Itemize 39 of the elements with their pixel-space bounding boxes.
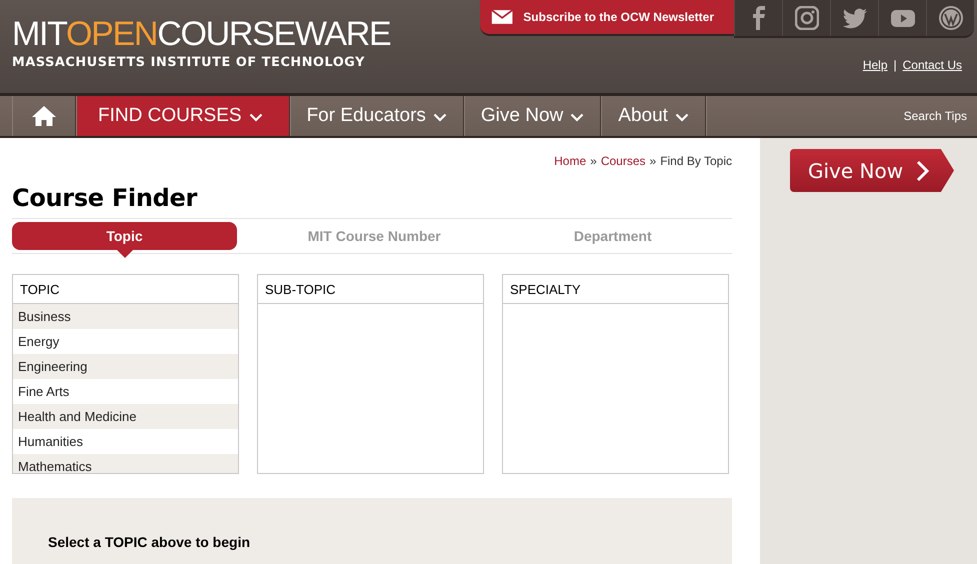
chevron-down-icon: [248, 113, 263, 122]
instagram-icon[interactable]: [794, 6, 818, 30]
list-item[interactable]: Mathematics: [13, 454, 238, 473]
list-heading: SUB-TOPIC: [258, 275, 483, 304]
nav-menu-item[interactable]: For Educators: [290, 96, 464, 136]
logo-title[interactable]: MITOPENCOURSEWARE: [12, 16, 390, 52]
list-item[interactable]: Health and Medicine: [13, 404, 238, 429]
breadcrumb-separator: »: [650, 154, 656, 168]
breadcrumb-link[interactable]: Courses: [600, 154, 646, 168]
logo-subtitle: MASSACHUSETTS INSTITUTE OF TECHNOLOGY: [12, 55, 366, 70]
give-now-button[interactable]: Give Now: [790, 149, 954, 192]
bird-icon[interactable]: [842, 6, 866, 30]
list-item[interactable]: Engineering: [13, 354, 238, 379]
home-icon: [31, 105, 57, 127]
prompt-text: Select a TOPIC above to begin: [48, 534, 250, 550]
wordpress-icon[interactable]: [938, 6, 962, 30]
nav-menu-item[interactable]: Give Now: [464, 96, 602, 136]
list-heading: SPECIALTY: [503, 275, 728, 304]
list-item[interactable]: Business: [13, 304, 238, 329]
newsletter-link[interactable]: Subscribe to the OCW Newsletter: [480, 0, 734, 36]
breadcrumb-link[interactable]: Home: [554, 154, 586, 168]
chevron-down-icon: [674, 113, 689, 122]
chevron-down-icon: [570, 113, 584, 122]
nav-menu-item[interactable]: FIND COURSES: [76, 96, 290, 136]
breadcrumb-separator: »: [590, 154, 597, 168]
list-item[interactable]: Fine Arts: [13, 379, 238, 404]
breadcrumb-current: Find By Topic: [660, 154, 732, 168]
header-link[interactable]: Help: [862, 58, 888, 72]
search-tips-link[interactable]: Search Tips: [904, 109, 977, 123]
chevron-down-icon: [432, 113, 447, 122]
separator: |: [894, 58, 897, 72]
chevron-right-icon: [916, 160, 930, 182]
header-link[interactable]: Contact Us: [902, 58, 962, 72]
nav-menu-item[interactable]: About: [601, 96, 706, 136]
list-item[interactable]: Humanities: [13, 429, 238, 454]
page-title: Course Finder: [12, 183, 198, 214]
pointer-icon: [116, 250, 132, 258]
list-item[interactable]: Energy: [13, 329, 238, 354]
envelope-icon: [491, 8, 514, 26]
